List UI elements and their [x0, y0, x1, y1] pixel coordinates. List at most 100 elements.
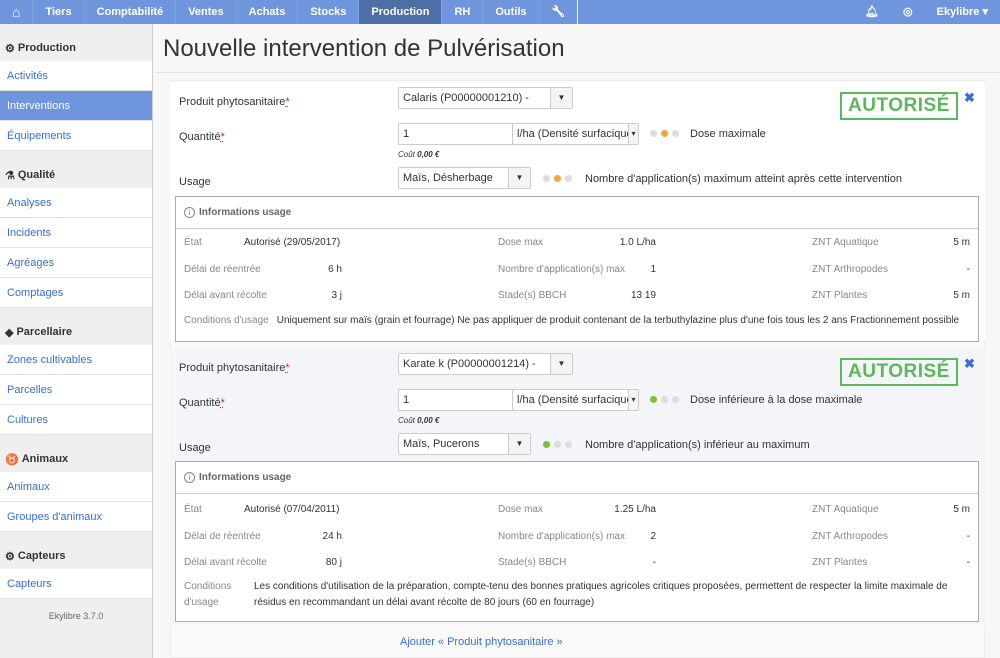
section-title: Qualité	[17, 169, 56, 181]
quantity-text: Quantité	[179, 397, 221, 409]
status-dot	[672, 130, 679, 137]
state-value: Autorisé (07/04/2011)	[244, 504, 340, 515]
quantity-label: Quantité*	[179, 397, 225, 409]
sidebar-item[interactable]: Agréages	[0, 248, 152, 278]
usage-text: Usage	[179, 442, 211, 454]
info-icon: i	[184, 207, 195, 218]
sidebar: ⚙ Production Activités Interventions Équipem…	[0, 24, 153, 658]
unit-value: l/ha (Densité surfacique)	[517, 128, 637, 140]
section-title: Parcellaire	[16, 326, 73, 338]
usage-label: Usage	[179, 442, 211, 454]
usage-status: Nombre d'application(s) maximum atteint …	[585, 173, 902, 185]
help-icon[interactable]: ◎	[891, 0, 925, 24]
product-text: Produit phytosanitaire	[179, 362, 286, 374]
chevron-down-icon: ▼	[550, 88, 572, 108]
quantity-label: Quantité*	[179, 131, 225, 143]
wrench-icon[interactable]: 🔧	[540, 0, 579, 24]
sidebar-item[interactable]: Parcelles	[0, 375, 152, 405]
product-select[interactable]: Calaris (P00000001210) - ▼	[398, 87, 573, 109]
nav-stocks[interactable]: Stocks	[298, 0, 360, 24]
unit-select[interactable]: l/ha (Densité surfacique) ▾	[512, 123, 639, 145]
usage-indicator	[543, 441, 572, 448]
top-nav: ⌂ Tiers Comptabilité Ventes Achats Stocks Prod…	[0, 0, 1000, 24]
quantity-input[interactable]: 1	[398, 123, 513, 145]
status-dot	[650, 130, 657, 137]
state-label: État	[184, 237, 202, 248]
status-dot	[554, 175, 561, 182]
user-menu[interactable]: Ekylibre ▾	[925, 0, 1000, 24]
close-icon[interactable]: ✖	[964, 356, 975, 372]
info-icon: i	[184, 472, 195, 483]
nav-rh[interactable]: RH	[442, 0, 484, 24]
home-icon[interactable]: ⌂	[0, 0, 34, 24]
conditions-label: Conditions d'usage	[184, 315, 269, 326]
close-icon[interactable]: ✖	[964, 90, 975, 106]
sidebar-section-capteurs: ⚙ Capteurs	[0, 532, 152, 569]
divider	[154, 72, 1000, 73]
unit-select[interactable]: l/ha (Densité surfacique) ▾	[512, 389, 639, 411]
sidebar-section-production: ⚙ Production	[0, 24, 152, 61]
usage-select[interactable]: Maïs, Pucerons ▼	[398, 433, 531, 455]
bbch-value: 13 19	[630, 290, 656, 301]
product-block: Produit phytosanitaire* Quantité* Usage Kar…	[170, 348, 985, 625]
flask-icon: ⚗	[5, 169, 15, 182]
sidebar-item[interactable]: Animaux	[0, 472, 152, 502]
nav-production[interactable]: Production	[359, 0, 443, 24]
product-select[interactable]: Karate k (P00000001214) - ▼	[398, 353, 573, 375]
preharvest-value: 80 j	[325, 557, 342, 568]
sidebar-item[interactable]: Analyses	[0, 188, 152, 218]
app_max-value: 1	[650, 264, 656, 275]
nav-ventes[interactable]: Ventes	[176, 0, 237, 24]
sidebar-item[interactable]: Interventions	[0, 91, 152, 121]
status-dot	[543, 441, 550, 448]
nav-tiers[interactable]: Tiers	[33, 0, 85, 24]
usage-info-box: i Informations usage État Autorisé (29/05/2…	[175, 196, 979, 342]
sidebar-item[interactable]: Groupes d'animaux	[0, 502, 152, 532]
bell-icon[interactable]: 🔔︎	[853, 0, 891, 24]
usage-indicator	[543, 175, 572, 182]
sidebar-item[interactable]: Capteurs	[0, 569, 152, 599]
app_max-value: 2	[650, 531, 656, 542]
section-title: Capteurs	[17, 550, 66, 562]
conditions-row: Conditions d'usage Uniquement sur maïs (g…	[184, 313, 974, 329]
znt_aqua-value: 5 m	[953, 504, 970, 515]
znt_aqua-value: 5 m	[953, 237, 970, 248]
sidebar-item[interactable]: Comptages	[0, 278, 152, 308]
sidebar-item[interactable]: Activités	[0, 61, 152, 91]
sidebar-item[interactable]: Zones cultivables	[0, 345, 152, 375]
status-dot	[565, 175, 572, 182]
status-dot	[565, 441, 572, 448]
required-mark: *	[220, 131, 225, 143]
sidebar-item[interactable]: Cultures	[0, 405, 152, 435]
status-dot	[661, 130, 668, 137]
add-product-link[interactable]: Ajouter « Produit phytosanitaire »	[400, 636, 563, 648]
sidebar-section-qualité: ⚗ Qualité	[0, 151, 152, 188]
usage-status: Nombre d'application(s) inférieur au max…	[585, 439, 810, 451]
conditions-label: Conditions d'usage	[184, 581, 232, 608]
info-title: Informations usage	[199, 207, 292, 218]
nav-comptabilité[interactable]: Comptabilité	[85, 0, 177, 24]
gear-icon: ⚙	[5, 550, 15, 563]
chevron-down-icon: ▼	[550, 354, 572, 374]
map-icon: ◆	[5, 326, 14, 339]
product-label: Produit phytosanitaire*	[179, 362, 290, 374]
dose_max-value: 1.0 L/ha	[619, 237, 656, 248]
nav-achats[interactable]: Achats	[237, 0, 299, 24]
chevron-down-icon: ▼	[508, 168, 530, 188]
quantity-input[interactable]: 1	[398, 389, 513, 411]
sidebar-section-parcellaire: ◆ Parcellaire	[0, 308, 152, 345]
znt_arthro-value: -	[966, 264, 970, 275]
reentry-value: 6 h	[328, 264, 342, 275]
status-dot	[650, 396, 657, 403]
cost-prefix: Coût	[398, 416, 418, 425]
znt_plants-value: 5 m	[953, 290, 970, 301]
cost-label: Coût 0,00 €	[398, 150, 439, 159]
section-title: Animaux	[21, 453, 69, 465]
conditions-value: Les conditions d'utilisation de la prépa…	[254, 581, 948, 608]
sidebar-item[interactable]: Équipements	[0, 121, 152, 151]
usage-select[interactable]: Maïs, Désherbage ▼	[398, 167, 531, 189]
nav-outils[interactable]: Outils	[483, 0, 540, 24]
nav-right: 🔔︎ ◎ Ekylibre ▾	[853, 0, 1000, 24]
section-title: Production	[17, 42, 76, 54]
sidebar-item[interactable]: Incidents	[0, 218, 152, 248]
